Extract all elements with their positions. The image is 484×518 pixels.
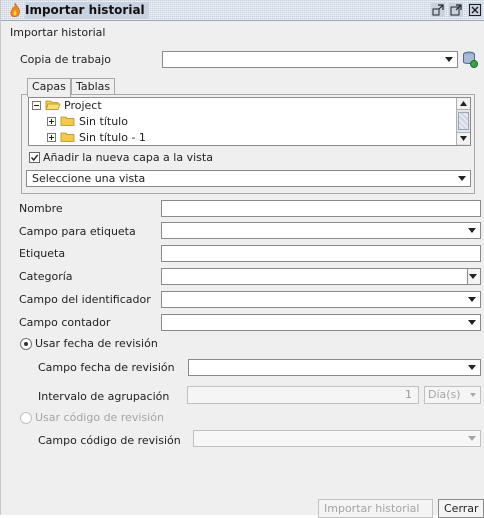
import-history-window: Importar historial Importar historial Co… [0,0,484,518]
tree-scrollbar[interactable] [456,98,470,145]
interval-units-value: Día(s) [428,388,461,401]
code-field-label: Campo código de revisión [38,434,181,447]
working-copy-select[interactable] [162,51,458,68]
date-field-label: Campo fecha de revisión [38,361,175,374]
view-select-value: Seleccione una vista [32,172,146,185]
tree-item-label: Sin título [79,115,128,128]
database-connect-icon[interactable] [462,51,478,68]
chevron-down-icon [468,365,476,370]
chevron-down-icon [468,320,476,325]
view-select[interactable]: Seleccione una vista [26,170,471,187]
tree-item-sin-titulo[interactable]: Sin título [47,114,128,130]
use-date-label: Usar fecha de revisión [35,337,158,350]
interval-label: Intervalo de agrupación [38,390,170,403]
use-date-radio[interactable] [20,338,32,350]
chevron-down-icon [445,57,453,62]
close-icon[interactable] [468,3,482,17]
counter-field-label: Campo contador [19,316,111,329]
radio-dot [24,342,28,346]
tree-item-label: Sin título - 1 [79,131,146,144]
code-field-select[interactable] [193,430,481,447]
expand-icon[interactable] [47,117,56,126]
chevron-down-icon [469,274,477,279]
maximize-icon[interactable] [449,3,463,17]
collapse-icon[interactable] [32,101,41,110]
import-history-button[interactable]: Importar historial [318,499,433,518]
folder-icon [60,116,74,126]
category-combo[interactable] [161,268,481,285]
expand-icon[interactable] [47,133,56,142]
label-field-label: Campo para etiqueta [19,225,136,238]
add-layer-label: Añadir la nueva capa a la vista [43,151,213,164]
working-copy-label: Copia de trabajo [20,53,112,66]
chevron-down-icon [470,393,476,397]
category-label: Categoría [19,270,73,283]
interval-input[interactable]: 1 [187,386,419,404]
flame-app-icon [10,2,20,17]
chevron-down-icon [468,297,476,302]
scroll-up-icon[interactable] [457,98,470,110]
checkmark-icon [30,154,39,162]
chevron-down-icon [458,176,466,181]
layer-tree[interactable]: Project Sin título Sin título - 1 [28,97,471,146]
restore-icon[interactable] [431,3,445,17]
label-field-select[interactable] [161,222,481,239]
title-bar[interactable]: Importar historial [1,0,484,21]
chevron-down-icon [468,228,476,233]
window-title: Importar historial [25,2,149,19]
dialog-heading: Importar historial [10,26,106,39]
tab-capas[interactable]: Capas [27,78,71,97]
folder-open-icon [44,100,61,110]
name-input[interactable] [161,200,481,217]
id-field-select[interactable] [161,291,481,308]
tree-item-project[interactable]: Project [32,98,102,114]
name-label: Nombre [19,202,63,215]
counter-field-select[interactable] [161,314,481,331]
label-label: Etiqueta [19,247,66,260]
scroll-down-icon[interactable] [457,132,470,144]
scroll-thumb[interactable] [458,112,469,130]
id-field-label: Campo del identificador [19,293,151,306]
use-code-label: Usar código de revisión [35,411,164,424]
interval-units-select[interactable]: Día(s) [424,386,481,404]
chevron-down-icon [468,436,476,441]
tree-item-label: Project [64,99,102,112]
use-code-radio[interactable] [20,412,32,424]
label-input[interactable] [161,245,481,262]
folder-icon [60,132,74,142]
add-layer-checkbox[interactable] [29,152,40,163]
close-button[interactable]: Cerrar [438,499,484,518]
date-field-select[interactable] [188,359,481,376]
tree-item-sin-titulo-1[interactable]: Sin título - 1 [47,130,146,145]
